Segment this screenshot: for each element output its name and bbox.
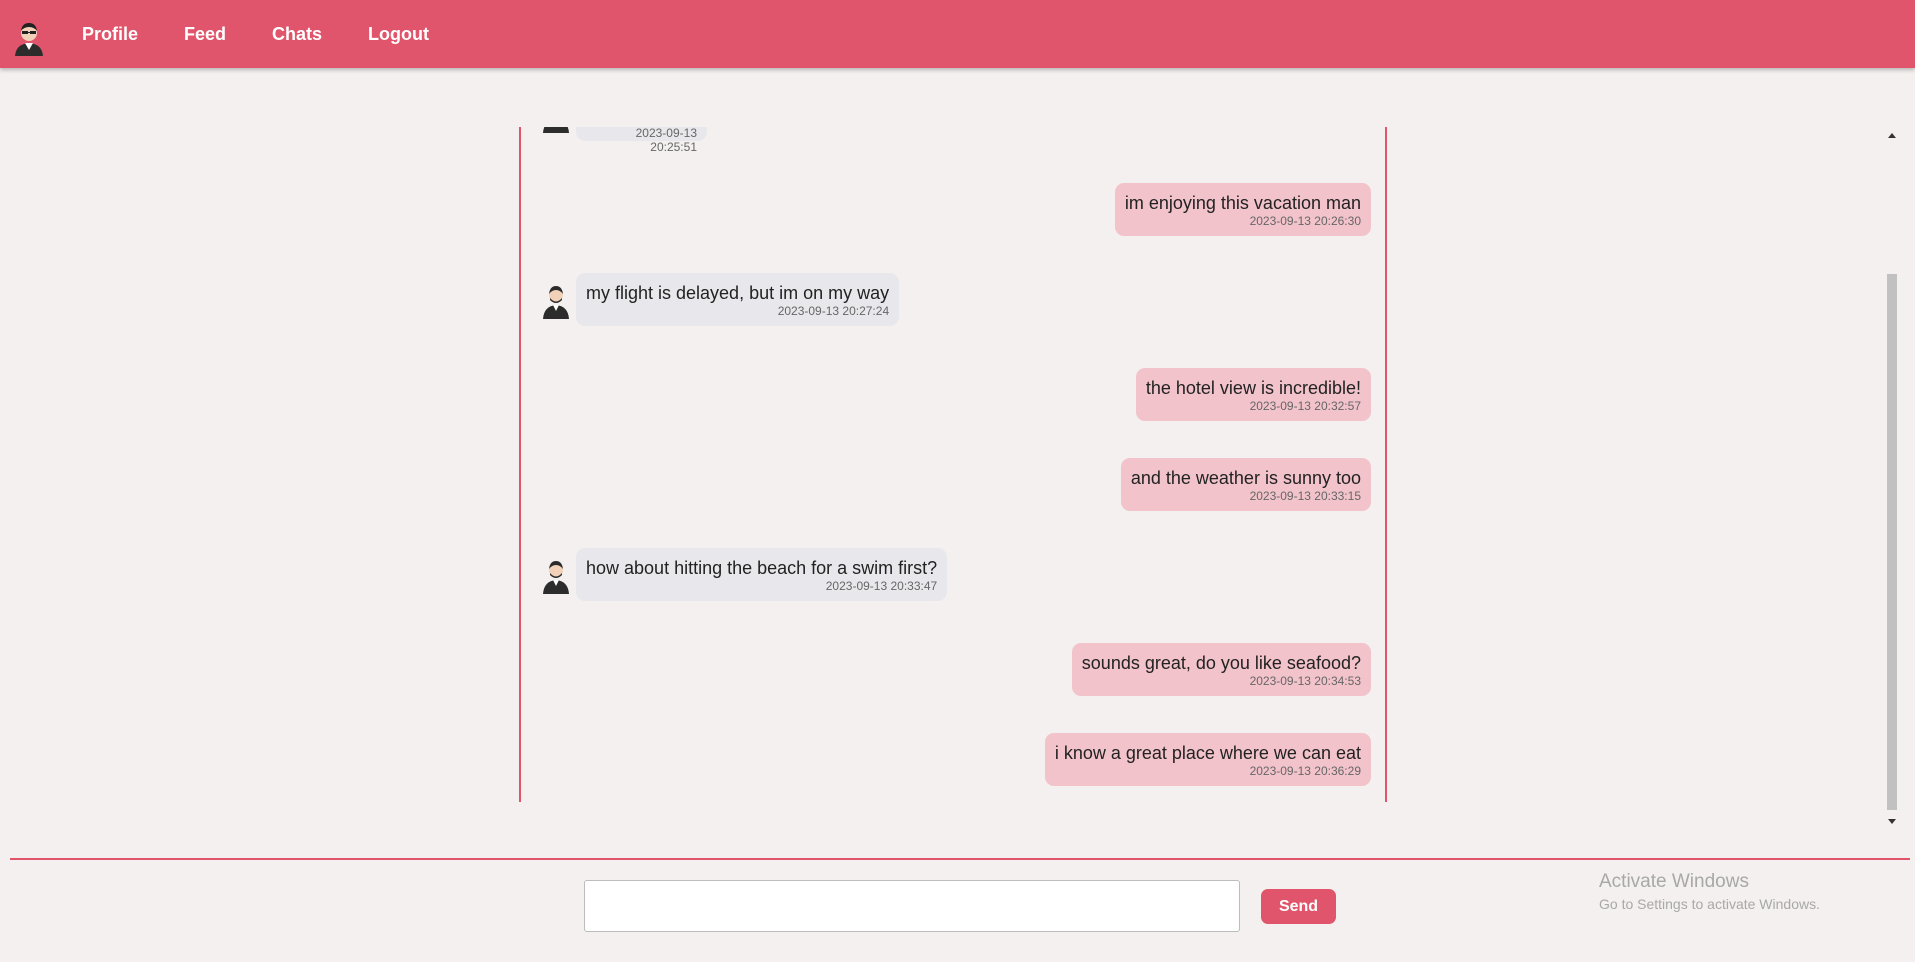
message-timestamp: 2023-09-13 20:32:57 — [1249, 399, 1361, 413]
message-bubble-incoming: my flight is delayed, but im on my way 2… — [576, 273, 900, 326]
chat-scrollbar[interactable] — [1884, 127, 1900, 824]
scroll-down-arrow-icon[interactable] — [1888, 819, 1896, 824]
message-timestamp: 2023-09-13 20:27:24 — [777, 304, 890, 318]
message-timestamp: 2023-09-13 20:36:29 — [1249, 764, 1361, 778]
message-text: how about hitting the beach for a swim f… — [586, 558, 938, 578]
message-text: i know a great place where we can eat — [1054, 743, 1361, 763]
message-text: im enjoying this vacation man — [1124, 193, 1361, 213]
user-avatar-icon[interactable] — [12, 20, 46, 56]
scrollbar-thumb[interactable] — [1887, 274, 1897, 810]
nav-link-logout[interactable]: Logout — [368, 24, 429, 45]
message-bubble-outgoing: i know a great place where we can eat 20… — [1044, 733, 1371, 786]
send-button[interactable]: Send — [1261, 889, 1336, 924]
message-timestamp: 2023-09-13 20:33:15 — [1249, 489, 1361, 503]
scroll-up-arrow-icon[interactable] — [1888, 133, 1896, 138]
message-timestamp: 2023-09-13 20:25:51 — [635, 127, 697, 154]
message-bubble-incoming: 2023-09-13 20:25:51 — [576, 127, 707, 154]
message-text: and the weather is sunny too — [1130, 468, 1361, 488]
message-bubble-outgoing: im enjoying this vacation man 2023-09-13… — [1114, 183, 1371, 236]
contact-avatar-icon — [543, 286, 569, 319]
activate-windows-subtitle: Go to Settings to activate Windows. — [1599, 896, 1820, 912]
message-bubble-outgoing: and the weather is sunny too 2023-09-13 … — [1120, 458, 1371, 511]
composer-divider — [10, 858, 1910, 860]
message-input[interactable] — [584, 880, 1240, 932]
nav-link-chats[interactable]: Chats — [272, 24, 322, 45]
message-timestamp: 2023-09-13 20:33:47 — [825, 579, 938, 593]
nav-link-feed[interactable]: Feed — [184, 24, 226, 45]
contact-avatar-icon — [543, 561, 569, 594]
message-timestamp: 2023-09-13 20:26:30 — [1249, 214, 1361, 228]
message-text: sounds great, do you like seafood? — [1081, 653, 1361, 673]
message-bubble-outgoing: sounds great, do you like seafood? 2023-… — [1071, 643, 1371, 696]
message-bubble-incoming: how about hitting the beach for a swim f… — [576, 548, 948, 601]
top-navbar: Profile Feed Chats Logout — [0, 0, 1915, 68]
message-text: my flight is delayed, but im on my way — [586, 283, 890, 303]
activate-windows-title: Activate Windows — [1599, 871, 1749, 892]
message-bubble-outgoing: the hotel view is incredible! 2023-09-13… — [1135, 368, 1371, 421]
contact-avatar-icon — [543, 127, 569, 133]
message-timestamp: 2023-09-13 20:34:53 — [1249, 674, 1361, 688]
nav-link-profile[interactable]: Profile — [82, 24, 138, 45]
message-text: the hotel view is incredible! — [1145, 378, 1361, 398]
chat-message-panel[interactable]: 2023-09-13 20:25:51 im enjoying this vac… — [519, 127, 1387, 802]
